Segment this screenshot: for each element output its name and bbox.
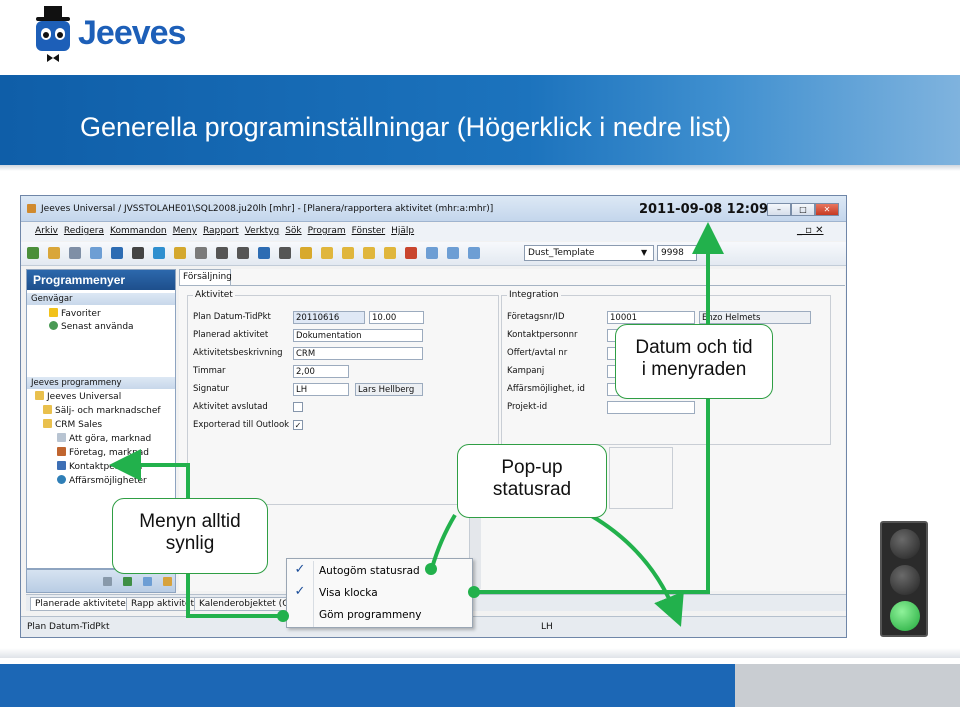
- arrow-dot: [425, 563, 437, 575]
- arrow-popup-left: [430, 513, 457, 569]
- traffic-light-red: [890, 529, 920, 559]
- traffic-light-yellow: [890, 565, 920, 595]
- footer-shadow: [0, 648, 960, 658]
- arrow-popup-right: [588, 513, 684, 627]
- arrow-clock: [474, 222, 724, 594]
- callout-clock: Datum och tid i menyraden: [615, 324, 773, 399]
- traffic-light: [880, 521, 928, 637]
- traffic-light-green: [890, 601, 920, 631]
- arrow-dot: [468, 586, 480, 598]
- callout-popup: Pop-up statusrad: [457, 444, 607, 518]
- annotation-arrows: [109, 222, 724, 627]
- footer-accent: [735, 664, 960, 707]
- arrow-dot: [277, 610, 289, 622]
- callout-menu: Menyn alltid synlig: [112, 498, 268, 574]
